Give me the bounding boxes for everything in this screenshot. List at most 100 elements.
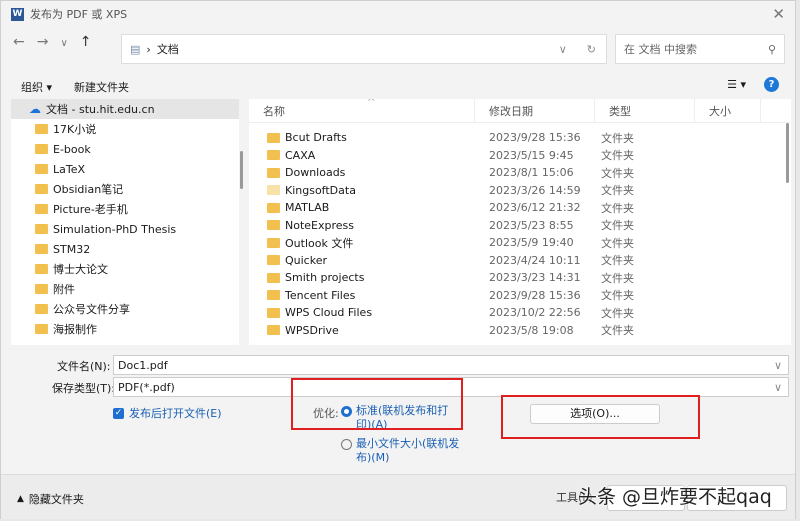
column-name[interactable]: 名称 <box>249 99 475 122</box>
file-row[interactable]: CAXA 2023/5/15 9:45 文件夹 <box>249 147 791 165</box>
back-icon[interactable]: ← <box>13 34 25 54</box>
watermark: 头条 @旦炸要不起qaq <box>578 486 772 508</box>
file-row[interactable]: WPS Cloud Files 2023/10/2 22:56 文件夹 <box>249 304 791 322</box>
file-row[interactable]: Smith projects 2023/3/23 14:31 文件夹 <box>249 269 791 287</box>
sidebar-item-label: Simulation-PhD Thesis <box>53 222 177 236</box>
open-after-publish-checkbox[interactable]: ✓ 发布后打开文件(E) <box>113 405 222 421</box>
file-name: WPS Cloud Files <box>285 306 373 320</box>
folder-icon <box>35 144 48 154</box>
chevron-down-icon[interactable]: ∨ <box>559 43 567 56</box>
file-row[interactable]: MATLAB 2023/6/12 21:32 文件夹 <box>249 199 791 217</box>
file-date: 2023/3/26 14:59 <box>489 183 581 197</box>
document-icon: ▤ <box>130 42 141 56</box>
sidebar-item[interactable]: 17K小说 <box>11 119 239 139</box>
sidebar-item[interactable]: LaTeX <box>11 159 239 179</box>
view-menu-icon[interactable]: ☰ ▾ <box>727 78 746 91</box>
close-icon[interactable]: ✕ <box>772 5 785 23</box>
column-type[interactable]: 类型 <box>595 99 695 122</box>
file-row[interactable]: Bcut Drafts 2023/9/28 15:36 文件夹 <box>249 129 791 147</box>
file-name: MATLAB <box>285 201 330 215</box>
file-date: 2023/9/28 15:36 <box>489 131 581 145</box>
file-name: Quicker <box>285 253 328 267</box>
refresh-icon[interactable]: ↻ <box>587 43 596 56</box>
sidebar-item[interactable]: ☁ 文档 - stu.hit.edu.cn <box>11 99 239 119</box>
file-type: 文件夹 <box>601 236 634 250</box>
help-icon[interactable]: ? <box>764 77 779 92</box>
file-type: 文件夹 <box>601 149 634 163</box>
folder-icon <box>267 325 280 336</box>
sidebar-item[interactable]: 博士大论文 <box>11 259 239 279</box>
file-row[interactable]: WPSDrive 2023/5/8 19:08 文件夹 <box>249 322 791 340</box>
radio-unselected-icon <box>341 439 352 450</box>
sidebar-scrollbar[interactable] <box>240 151 243 189</box>
sidebar-item-label: 博士大论文 <box>53 263 108 276</box>
column-size[interactable]: 大小 <box>695 99 761 122</box>
folder-icon <box>267 237 280 248</box>
sort-ascending-icon: ^ <box>367 99 376 108</box>
file-name: Tencent Files <box>285 288 356 302</box>
folder-icon <box>267 220 280 231</box>
nav-buttons: ← → ∨ ↑ <box>13 34 92 54</box>
folder-icon <box>35 224 48 234</box>
sidebar-item[interactable]: Picture-老手机 <box>11 199 239 219</box>
hide-folders-button[interactable]: ▲ 隐藏文件夹 <box>17 491 84 507</box>
sidebar-item-label: LaTeX <box>53 162 86 176</box>
column-date[interactable]: 修改日期 <box>475 99 595 122</box>
new-folder-button[interactable]: 新建文件夹 <box>74 79 129 95</box>
file-row[interactable]: Tencent Files 2023/9/28 15:36 文件夹 <box>249 287 791 305</box>
file-type: 文件夹 <box>601 184 634 198</box>
file-row[interactable]: KingsoftData 2023/3/26 14:59 文件夹 <box>249 182 791 200</box>
recent-chevron-icon[interactable]: ∨ <box>60 34 67 54</box>
file-name: Bcut Drafts <box>285 131 347 145</box>
file-type: 文件夹 <box>601 131 634 145</box>
sidebar-item[interactable]: 海报制作 <box>11 319 239 339</box>
radio-minimum[interactable]: 最小文件大小(联机发布)(M) <box>341 437 461 465</box>
file-type: 文件夹 <box>601 324 634 338</box>
file-type: 文件夹 <box>601 219 634 233</box>
search-input[interactable]: 在 文档 中搜索 ⚲ <box>615 34 785 64</box>
search-icon[interactable]: ⚲ <box>768 43 776 56</box>
chevron-down-icon[interactable]: ∨ <box>774 359 782 372</box>
sidebar-item[interactable]: E-book <box>11 139 239 159</box>
chevron-down-icon[interactable]: ∨ <box>774 381 782 394</box>
file-row[interactable]: Outlook 文件 2023/5/9 19:40 文件夹 <box>249 234 791 252</box>
up-icon[interactable]: ↑ <box>80 34 92 54</box>
file-row[interactable]: Downloads 2023/8/1 15:06 文件夹 <box>249 164 791 182</box>
folder-icon <box>35 164 48 174</box>
sidebar-item[interactable]: STM32 <box>11 239 239 259</box>
folder-icon <box>35 304 48 314</box>
address-bar[interactable]: ▤ › 文档 ∨ ↻ <box>121 34 607 64</box>
file-row[interactable]: Quicker 2023/4/24 10:11 文件夹 <box>249 252 791 270</box>
breadcrumb[interactable]: 文档 <box>157 41 179 57</box>
forward-icon[interactable]: → <box>37 34 49 54</box>
file-date: 2023/8/1 15:06 <box>489 166 574 180</box>
file-date: 2023/5/9 19:40 <box>489 236 574 250</box>
file-name: CAXA <box>285 148 316 162</box>
filetype-label: 保存类型(T): <box>52 382 116 395</box>
list-scrollbar[interactable] <box>786 123 789 183</box>
search-placeholder: 在 文档 中搜索 <box>624 43 697 56</box>
folder-icon <box>267 255 280 266</box>
file-row[interactable]: NoteExpress 2023/5/23 8:55 文件夹 <box>249 217 791 235</box>
file-date: 2023/10/2 22:56 <box>489 306 581 320</box>
filename-input[interactable]: Doc1.pdf ∨ <box>113 355 789 375</box>
file-date: 2023/5/15 9:45 <box>489 148 574 162</box>
sidebar-item[interactable]: Obsidian笔记 <box>11 179 239 199</box>
file-type: 文件夹 <box>601 271 634 285</box>
sidebar-item[interactable]: 附件 <box>11 279 239 299</box>
file-date: 2023/3/23 14:31 <box>489 271 581 285</box>
breadcrumb-separator: › <box>146 42 151 56</box>
sidebar-item[interactable]: 公众号文件分享 <box>11 299 239 319</box>
folder-icon <box>267 167 280 178</box>
sidebar: ☁ 文档 - stu.hit.edu.cn 17K小说 E-book LaTeX Obsi… <box>11 99 239 345</box>
sidebar-item-label: 附件 <box>53 283 75 296</box>
cloud-icon: ☁ <box>29 102 41 116</box>
highlight-box <box>291 378 463 430</box>
sidebar-item[interactable]: Simulation-PhD Thesis <box>11 219 239 239</box>
folder-icon <box>35 324 48 334</box>
folder-icon <box>35 284 48 294</box>
filename-value: Doc1.pdf <box>118 358 168 372</box>
file-date: 2023/6/12 21:32 <box>489 201 581 215</box>
file-list: ^ 名称 修改日期 类型 大小 Bcut Drafts 2023/9/28 15… <box>249 99 791 345</box>
organize-button[interactable]: 组织 ▾ <box>21 79 52 95</box>
